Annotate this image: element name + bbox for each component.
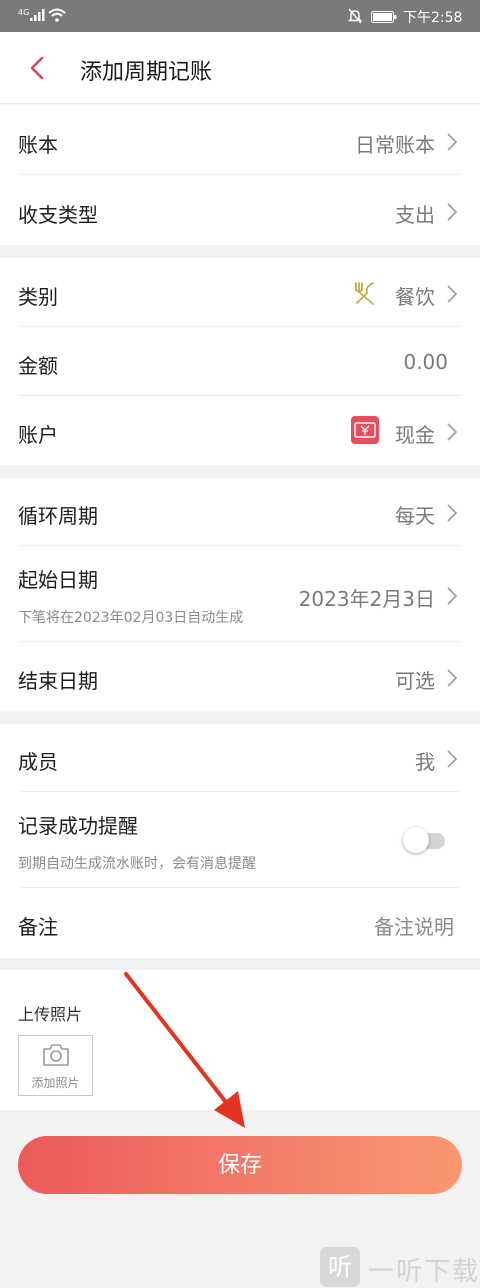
dining-icon — [355, 282, 374, 305]
camera-icon — [43, 1044, 69, 1066]
signal-icon — [30, 9, 45, 21]
chevron-right-icon — [447, 587, 458, 605]
section-extra: 成员 我 记录成功提醒 到期自动生成流水账时，会有消息提醒 备注 备注说明 — [0, 724, 480, 958]
save-button[interactable]: 保存 — [18, 1136, 462, 1194]
book-value: 日常账本 — [355, 133, 435, 157]
end-date-value: 可选 — [395, 669, 435, 693]
chevron-right-icon — [447, 750, 458, 768]
clock: 下午2:58 — [403, 10, 463, 26]
status-bar: 4G 下午2:58 — [0, 0, 480, 32]
annotation-arrow-icon — [124, 972, 245, 1128]
watermark-logo: 听 一听下载 — [320, 1247, 480, 1287]
member-row[interactable]: 成员 我 — [0, 724, 480, 792]
chevron-right-icon — [447, 285, 458, 303]
chevron-right-icon — [447, 133, 458, 151]
reminder-row: 记录成功提醒 到期自动生成流水账时，会有消息提醒 — [0, 792, 480, 888]
member-label: 成员 — [18, 750, 58, 774]
note-row[interactable]: 备注 备注说明 — [0, 888, 480, 958]
cash-icon — [351, 416, 379, 444]
back-chevron-icon[interactable] — [24, 54, 48, 82]
end-date-row[interactable]: 结束日期 可选 — [0, 642, 480, 711]
member-value: 我 — [415, 750, 435, 774]
watermark-text: 一听下载 — [368, 1257, 480, 1287]
bell-muted-icon — [348, 8, 362, 24]
note-label: 备注 — [18, 915, 58, 939]
section-book: 账本 日常账本 收支类型 支出 — [0, 105, 480, 245]
account-label: 账户 — [18, 423, 58, 447]
chevron-right-icon — [447, 203, 458, 221]
section-cycle: 循环周期 每天 起始日期 下笔将在2023年02月03日自动生成 2023年2月… — [0, 478, 480, 711]
type-row[interactable]: 收支类型 支出 — [0, 175, 480, 245]
account-value: 现金 — [395, 423, 435, 447]
account-row[interactable]: 账户 现金 — [0, 396, 480, 465]
type-value: 支出 — [395, 203, 435, 227]
start-date-hint: 下笔将在2023年02月03日自动生成 — [18, 610, 244, 626]
category-value: 餐饮 — [395, 285, 435, 309]
cycle-value: 每天 — [395, 504, 435, 528]
amount-label: 金额 — [18, 354, 58, 378]
chevron-right-icon — [447, 504, 458, 522]
type-label: 收支类型 — [18, 203, 98, 227]
app-header: 添加周期记账 — [0, 32, 480, 104]
category-label: 类别 — [18, 285, 58, 309]
chevron-right-icon — [447, 669, 458, 687]
page-title: 添加周期记账 — [80, 60, 213, 85]
start-date-label: 起始日期 — [18, 568, 98, 592]
start-date-value: 2023年2月3日 — [298, 587, 435, 611]
reminder-label: 记录成功提醒 — [18, 814, 138, 838]
chevron-right-icon — [447, 423, 458, 441]
add-photo-button[interactable]: 添加照片 — [18, 1035, 93, 1096]
add-photo-label: 添加照片 — [31, 1076, 80, 1090]
amount-value[interactable]: 0.00 — [403, 350, 448, 374]
book-label: 账本 — [18, 133, 58, 157]
reminder-hint: 到期自动生成流水账时，会有消息提醒 — [18, 856, 256, 872]
upload-title: 上传照片 — [18, 1005, 83, 1024]
note-input[interactable]: 备注说明 — [374, 911, 454, 940]
section-detail: 类别 餐饮 金额 0.00 账户 现金 — [0, 258, 480, 465]
cycle-label: 循环周期 — [18, 504, 98, 528]
battery-icon — [371, 11, 397, 23]
category-row[interactable]: 类别 餐饮 — [0, 258, 480, 327]
amount-row[interactable]: 金额 0.00 — [0, 327, 480, 396]
watermark-glyph: 听 — [320, 1247, 360, 1287]
network-type: 4G — [18, 8, 30, 17]
start-date-row[interactable]: 起始日期 下笔将在2023年02月03日自动生成 2023年2月3日 — [0, 546, 480, 642]
end-date-label: 结束日期 — [18, 669, 98, 693]
cycle-row[interactable]: 循环周期 每天 — [0, 478, 480, 546]
reminder-toggle[interactable] — [403, 826, 447, 854]
wifi-icon — [48, 8, 66, 22]
book-row[interactable]: 账本 日常账本 — [0, 105, 480, 175]
